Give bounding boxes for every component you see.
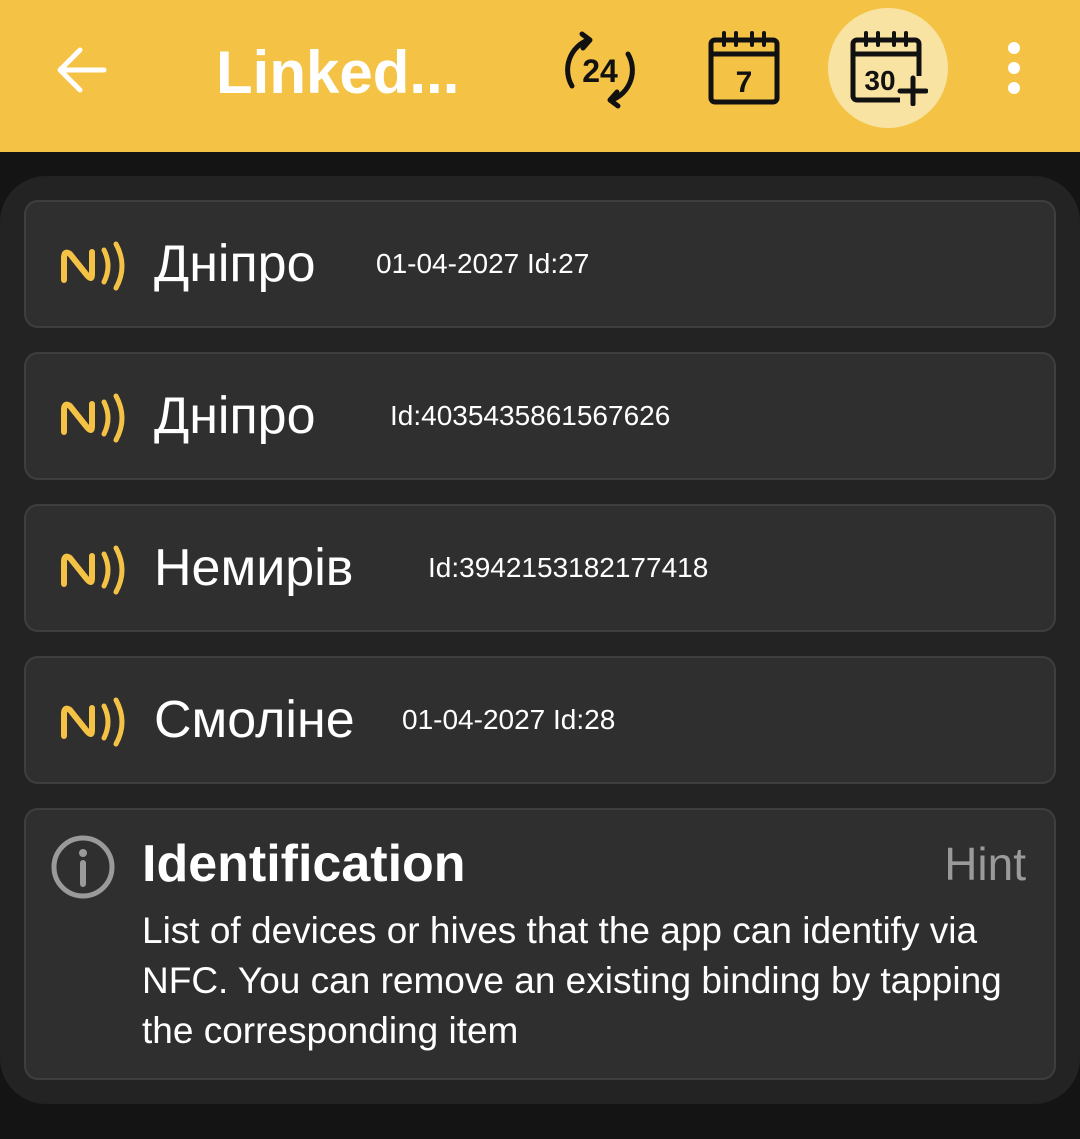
tag-meta: 01-04-2027 Id:28	[402, 704, 616, 735]
nfc-icon	[61, 697, 125, 747]
calendar-30-plus-icon: 30	[850, 31, 928, 106]
hint-card: Identification Hint List of devices or h…	[24, 808, 1056, 1080]
refresh-24-icon: 24	[565, 31, 635, 109]
more-options-button[interactable]	[994, 36, 1034, 100]
calendar-7-icon: 7	[708, 31, 780, 105]
arrow-left-icon	[57, 47, 107, 93]
list-item[interactable]: Смоліне 01-04-2027 Id:28	[24, 656, 1056, 784]
hint-label: Hint	[944, 838, 1026, 890]
info-icon	[51, 835, 115, 899]
tag-meta: Id:3942153182177418	[428, 552, 709, 583]
filter-24h-label: 24	[582, 53, 618, 89]
filter-7d-button[interactable]: 7	[700, 26, 788, 110]
tag-meta: 01-04-2027 Id:27	[376, 248, 590, 279]
tag-name: Смоліне	[154, 691, 355, 749]
hint-text: List of devices or hives that the app ca…	[142, 910, 1002, 1051]
list-item[interactable]: Дніпро Id:4035435861567626	[24, 352, 1056, 480]
app-bar: Linked... 24 7 30	[0, 0, 1080, 152]
hint-title: Identification	[142, 835, 466, 893]
nfc-icon	[61, 393, 125, 443]
filter-30d-button[interactable]: 30	[828, 8, 948, 128]
filter-7d-label: 7	[736, 66, 753, 99]
back-button[interactable]	[46, 34, 118, 106]
list-item[interactable]: Немирів Id:3942153182177418	[24, 504, 1056, 632]
filter-30d-label: 30	[864, 65, 895, 96]
nfc-icon	[61, 241, 125, 291]
tag-name: Дніпро	[154, 235, 316, 293]
more-vert-icon	[1008, 42, 1020, 94]
tag-name: Дніпро	[154, 387, 316, 445]
nfc-icon	[61, 545, 125, 595]
list-item[interactable]: Дніпро 01-04-2027 Id:27	[24, 200, 1056, 328]
page-title: Linked...	[216, 39, 460, 106]
tag-meta: Id:4035435861567626	[390, 400, 671, 431]
filter-24h-button[interactable]: 24	[554, 28, 646, 112]
tag-name: Немирів	[154, 539, 354, 597]
